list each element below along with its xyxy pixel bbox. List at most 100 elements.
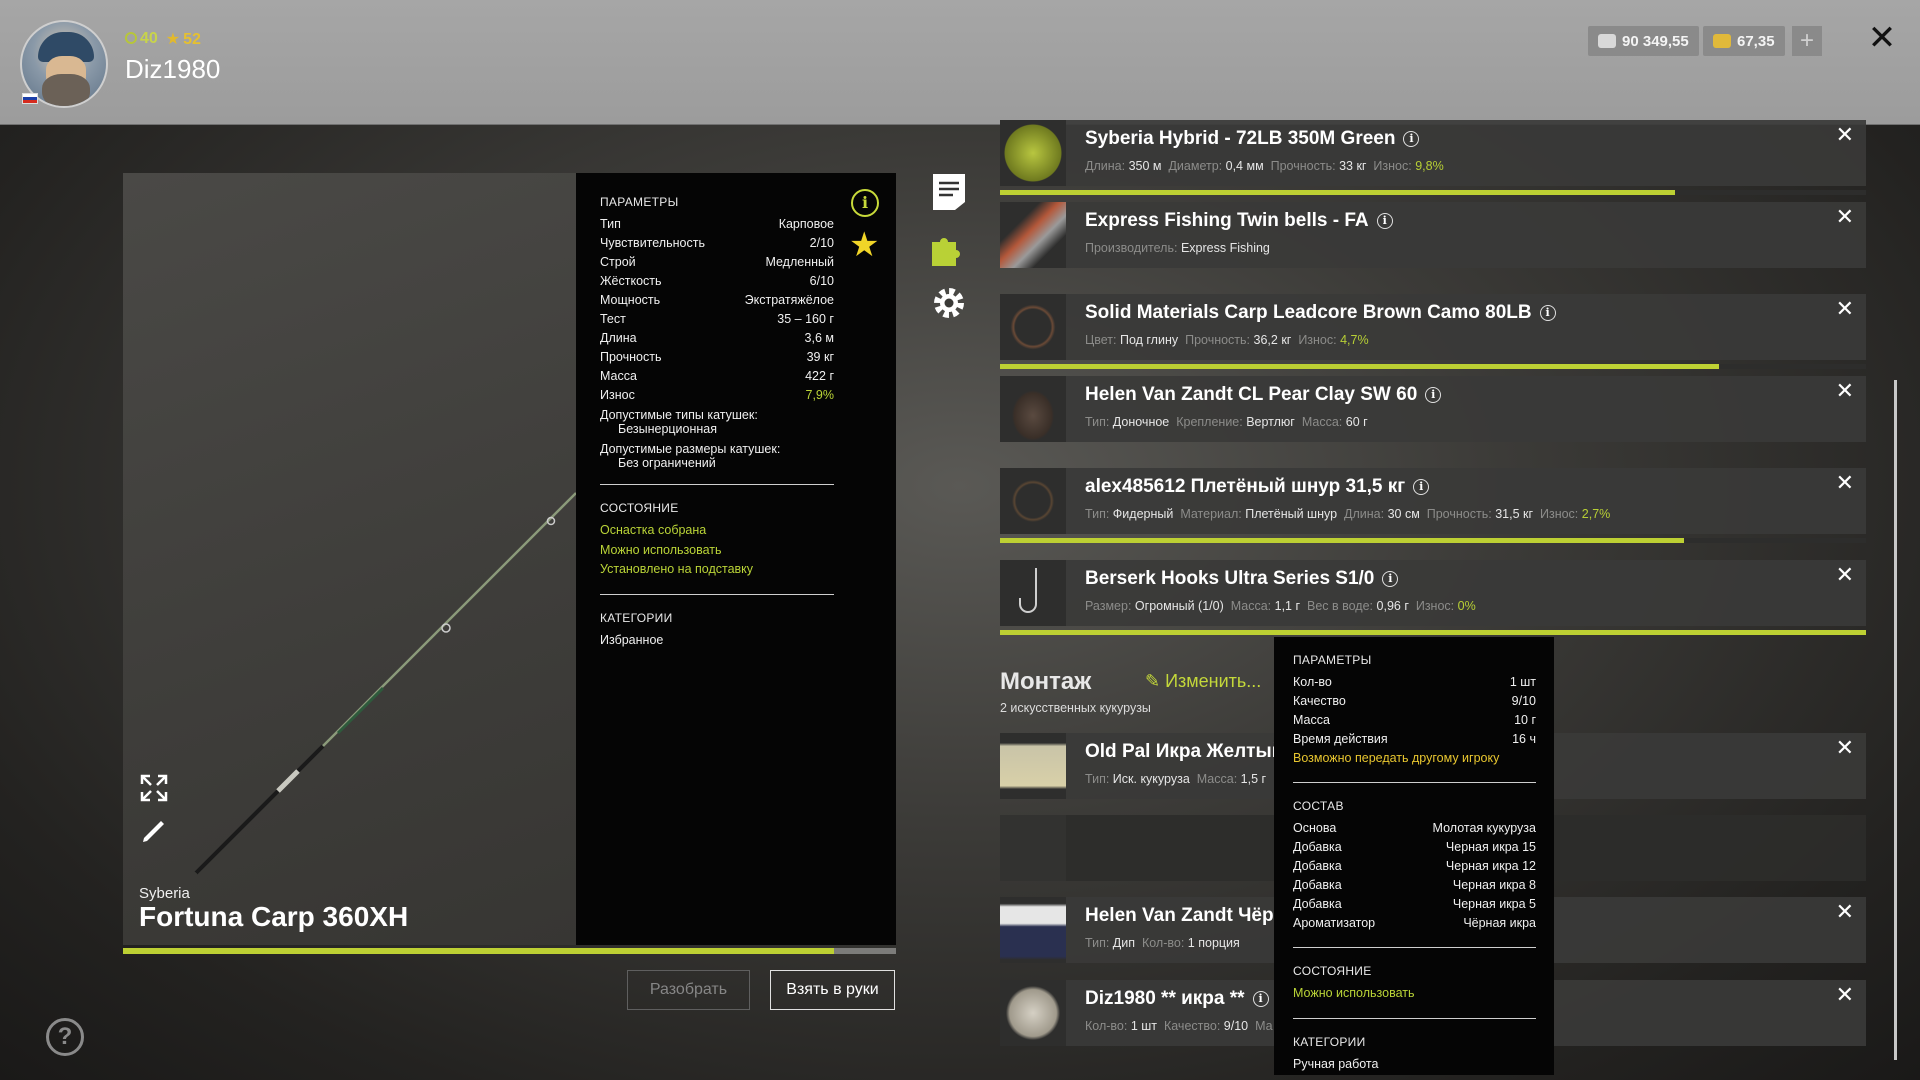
tooltip-row: Качество 9/10 — [1293, 694, 1536, 708]
add-currency-button[interactable]: + — [1792, 26, 1822, 56]
tooltip-row: Время действия 16 ч — [1293, 732, 1536, 746]
item-wear-bar — [1000, 190, 1866, 195]
tackle-item-line[interactable]: Syberia Hybrid - 72LB 350M Green i Длина:… — [1000, 120, 1866, 186]
composition-row: Основа Молотая кукуруза — [1293, 821, 1536, 835]
categories-title: КАТЕГОРИИ — [600, 610, 673, 625]
star-icon: ★ — [165, 31, 181, 48]
state-item: Оснастка собрана — [600, 523, 707, 537]
gold-balance[interactable]: 67,35 — [1703, 26, 1785, 56]
param-row: Тип Карповое — [600, 217, 834, 231]
username: Diz1980 — [125, 54, 221, 84]
composition-row: Добавка Черная икра 12 — [1293, 859, 1536, 873]
info-icon[interactable]: i — [1403, 131, 1420, 147]
info-icon[interactable]: i — [1252, 991, 1269, 1007]
edit-rig-button[interactable]: ✎ Изменить... — [1145, 671, 1261, 692]
item-wear-bar — [1000, 364, 1866, 369]
favorite-star-icon[interactable]: ★ — [849, 228, 879, 262]
param-row: Мощность Экстратяжёлое — [600, 293, 834, 307]
help-icon[interactable]: ? — [46, 1018, 84, 1056]
tackle-item-sinker[interactable]: Helen Van Zandt CL Pear Clay SW 60 i Тип:… — [1000, 376, 1866, 442]
remove-icon[interactable]: ✕ — [1836, 470, 1854, 496]
tackle-item-leadcore[interactable]: Solid Materials Carp Leadcore Brown Camo… — [1000, 294, 1866, 360]
rig-section-title: Монтаж — [1000, 668, 1092, 695]
gear-icon[interactable] — [930, 283, 968, 323]
remove-icon[interactable]: ✕ — [1836, 735, 1854, 761]
tackle-item-bite-alarm[interactable]: Express Fishing Twin bells - FA i Произво… — [1000, 202, 1866, 268]
param-row: Строй Медленный — [600, 255, 834, 269]
gold-coin-icon — [1713, 34, 1731, 48]
tooltip-params-title: ПАРАМЕТРЫ — [1293, 653, 1372, 667]
take-in-hands-button[interactable]: Взять в руки — [770, 970, 895, 1010]
state-item: Установлено на подставку — [600, 562, 754, 576]
transfer-note: Возможно передать другому игроку — [1293, 751, 1500, 765]
rod-wear-fill — [123, 948, 834, 954]
rig-subtitle: 2 искусственных кукурузы — [1000, 701, 1151, 715]
tackle-item-hook[interactable]: Berserk Hooks Ultra Series S1/0 i Размер:… — [1000, 560, 1866, 626]
tooltip-categories-title: КАТЕГОРИИ — [1293, 1034, 1366, 1049]
composition-row: Добавка Черная икра 8 — [1293, 878, 1536, 892]
composition-row: Ароматизатор Чёрная икра — [1293, 916, 1536, 930]
info-icon[interactable]: i — [1376, 213, 1393, 229]
remove-icon[interactable]: ✕ — [1836, 122, 1854, 148]
item-wear-bar — [1000, 630, 1866, 635]
remove-icon[interactable]: ✕ — [1836, 378, 1854, 404]
tooltip-row: Кол-во 1 шт — [1293, 675, 1536, 689]
state-title: СОСТОЯНИЕ — [600, 501, 679, 515]
level-ring-icon — [125, 32, 137, 44]
tooltip-row: Масса 10 г — [1293, 713, 1536, 727]
tooltip-state: Можно использовать — [1293, 986, 1415, 1000]
info-icon[interactable]: i — [1425, 387, 1442, 403]
category-value: Избранное — [600, 632, 664, 647]
state-item: Можно использовать — [600, 542, 722, 557]
composition-row: Добавка Черная икра 5 — [1293, 897, 1536, 911]
info-icon[interactable]: i — [1413, 479, 1430, 495]
tooltip-category: Ручная работа — [1293, 1056, 1379, 1071]
info-icon[interactable]: i — [1539, 305, 1556, 321]
flag-icon — [22, 93, 38, 104]
puzzle-icon[interactable] — [930, 228, 968, 268]
tooltip-state-title: СОСТОЯНИЕ — [1293, 964, 1372, 978]
remove-icon[interactable]: ✕ — [1836, 204, 1854, 230]
param-row: Износ 7,9% — [600, 388, 834, 402]
rod-preview[interactable]: Syberia Fortuna Carp 360XH — [123, 173, 576, 945]
param-row: Тест 35 – 160 г — [600, 312, 834, 326]
scrollbar[interactable] — [1894, 380, 1897, 1060]
param-row: Чувствительность 2/10 — [600, 236, 834, 250]
rod-params-panel: ПАРАМЕТРЫ Тип Карповое Чувствительность 2/… — [576, 173, 896, 945]
top-bar: 40 ★ 52 Diz1980 90 349,55 67,35 + ✕ — [0, 0, 1920, 125]
expand-icon[interactable] — [139, 773, 169, 803]
pencil-icon[interactable] — [139, 816, 169, 846]
gold-amount: 67,35 — [1737, 32, 1775, 50]
disassemble-button[interactable]: Разобрать — [627, 970, 750, 1010]
composition-row: Добавка Черная икра 15 — [1293, 840, 1536, 854]
notes-icon[interactable] — [930, 172, 968, 212]
player-stats: 40 ★ 52 — [125, 29, 201, 49]
param-row: Прочность 39 кг — [600, 350, 834, 364]
info-icon[interactable]: i — [851, 189, 879, 217]
rod-image — [194, 492, 576, 875]
item-wear-bar — [1000, 538, 1866, 543]
close-icon[interactable]: ✕ — [1864, 20, 1900, 56]
silver-amount: 90 349,55 — [1622, 32, 1689, 50]
rod-name: Fortuna Carp 360XH — [139, 901, 409, 932]
tackle-item-leader[interactable]: alex485612 Плетёный шнур 31,5 кг i Тип: Ф… — [1000, 468, 1866, 534]
reel-sizes: Допустимые размеры катушек: Без ограниче… — [600, 442, 781, 470]
remove-icon[interactable]: ✕ — [1836, 899, 1854, 925]
tooltip-composition-title: СОСТАВ — [1293, 799, 1344, 813]
rod-brand: Syberia — [139, 885, 190, 902]
remove-icon[interactable]: ✕ — [1836, 982, 1854, 1008]
bait-tooltip: ПАРАМЕТРЫ Кол-во 1 шт Качество 9/10 Масса 1… — [1274, 637, 1554, 1075]
reel-types: Допустимые типы катушек: Безынерционная — [600, 408, 758, 436]
edit-icon: ✎ — [1145, 671, 1161, 691]
remove-icon[interactable]: ✕ — [1836, 562, 1854, 588]
info-icon[interactable]: i — [1382, 571, 1399, 587]
remove-icon[interactable]: ✕ — [1836, 296, 1854, 322]
silver-coin-icon — [1598, 34, 1616, 48]
params-title: ПАРАМЕТРЫ — [600, 195, 679, 209]
param-row: Масса 422 г — [600, 369, 834, 383]
player-stars: 52 — [183, 31, 201, 48]
player-level: 40 — [140, 30, 158, 47]
param-row: Длина 3,6 м — [600, 331, 834, 345]
silver-balance[interactable]: 90 349,55 — [1588, 26, 1699, 56]
param-row: Жёсткость 6/10 — [600, 274, 834, 288]
